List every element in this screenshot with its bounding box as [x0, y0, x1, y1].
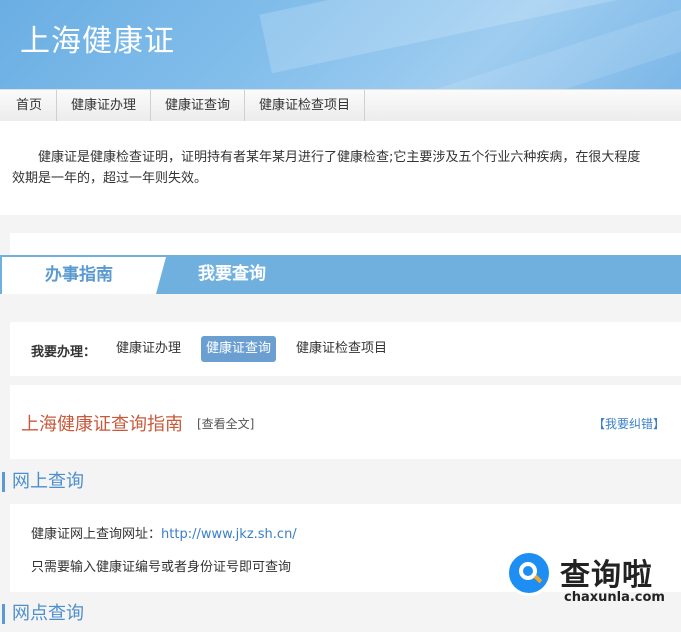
handle-label: 我要办理： [31, 345, 97, 360]
query-url-link[interactable]: http://www.jkz.sh.cn/ [161, 527, 297, 542]
heading-bar [2, 472, 5, 492]
guide-panel: 上海健康证查询指南 [查看全文] 【我要纠错】 [10, 385, 681, 459]
view-full-text-link[interactable]: [查看全文] [197, 415, 254, 432]
guide-title: 上海健康证查询指南 [21, 414, 183, 435]
option-check-items[interactable]: 健康证检查项目 [291, 336, 392, 362]
spacer-panel [10, 233, 681, 255]
report-error-link[interactable]: 【我要纠错】 [593, 415, 665, 432]
nav-home[interactable]: 首页 [0, 90, 58, 121]
online-query-heading: 网上查询 [2, 469, 681, 495]
nav-health-cert-apply[interactable]: 健康证办理 [57, 90, 152, 121]
watermark-en: chaxunla.com [564, 590, 665, 605]
handle-selector: 我要办理： 健康证办理 健康证查询 健康证检查项目 [10, 322, 681, 376]
intro-text: 健康证是健康检查证明，证明持有者某年某月进行了健康检查;它主要涉及五个行业六种疾… [12, 150, 641, 186]
watermark-cn: 查询啦 [560, 558, 653, 593]
magnifier-icon [506, 550, 552, 596]
option-apply[interactable]: 健康证办理 [111, 336, 186, 362]
nav-health-cert-query[interactable]: 健康证查询 [151, 90, 246, 121]
online-query-url-line: 健康证网上查询网址：http://www.jkz.sh.cn/ [31, 527, 297, 542]
site-header: 上海健康证 [0, 0, 681, 89]
option-query-selected[interactable]: 健康证查询 [201, 336, 277, 362]
heading-bar [2, 604, 5, 624]
intro-panel: 健康证是健康检查证明，证明持有者某年某月进行了健康检查;它主要涉及五个行业六种疾… [0, 121, 681, 215]
tab-query[interactable]: 我要查询 [198, 255, 266, 294]
tab-guide[interactable]: 办事指南 [2, 257, 166, 294]
top-nav: 首页 健康证办理 健康证查询 健康证检查项目 [0, 89, 681, 122]
tab-bar: 办事指南 我要查询 [0, 255, 681, 294]
nav-health-cert-items[interactable]: 健康证检查项目 [245, 90, 366, 121]
site-title: 上海健康证 [20, 24, 175, 59]
online-query-note: 只需要输入健康证编号或者身份证号即可查询 [31, 560, 292, 575]
watermark-logo: 查询啦 chaxunla.com [504, 546, 674, 608]
